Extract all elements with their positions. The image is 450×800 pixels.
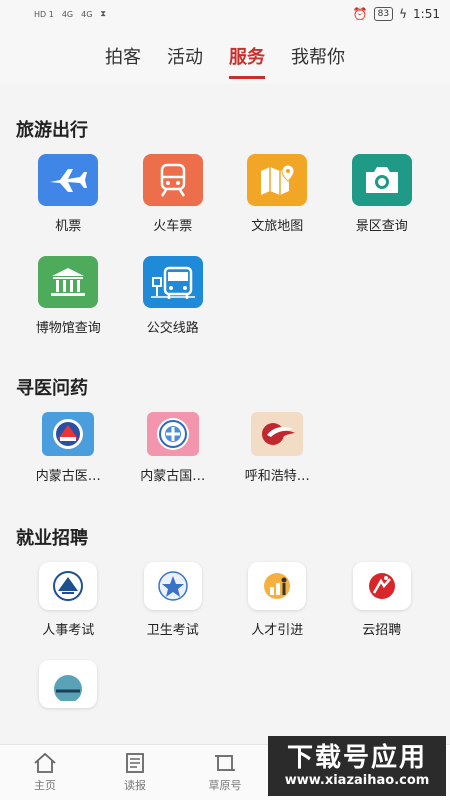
job-item-health-exam[interactable]: 卫生考试 [121, 562, 226, 638]
job-item-partial[interactable] [16, 660, 121, 708]
nav-label: 草原号 [208, 779, 242, 792]
section-title: 寻医问药 [16, 378, 88, 399]
service-label: 文旅地图 [251, 219, 304, 234]
partial-app-icon [39, 660, 98, 708]
frame-icon [215, 755, 235, 771]
hospital-item-1[interactable]: 内蒙古医… [16, 412, 121, 484]
section-title: 就业招聘 [16, 528, 88, 549]
tab-paike[interactable]: 拍客 [105, 37, 141, 75]
travel-grid: 机票 火车票 文旅地图 景区查询 博物馆查询 公交线路 [16, 154, 434, 336]
service-label: 机票 [55, 219, 82, 234]
section-title: 旅游出行 [16, 120, 88, 141]
museum-icon [38, 256, 99, 308]
job-item-cloud-recruit[interactable]: 云招聘 [330, 562, 435, 638]
hourglass-icon: ⧗ [100, 9, 107, 18]
service-label: 内蒙古国… [140, 469, 206, 484]
service-label: 火车票 [153, 219, 193, 234]
signal2-label: 4G [81, 9, 93, 19]
top-tabs: 拍客 活动 服务 我帮你 [0, 28, 450, 84]
service-culture-map[interactable]: 文旅地图 [225, 154, 330, 234]
medical-grid: 内蒙古医… 内蒙古国… 呼和浩特… [16, 412, 434, 484]
nav-label: 读报 [124, 779, 146, 792]
tab-help[interactable]: 我帮你 [291, 37, 345, 75]
service-label: 景区查询 [355, 219, 408, 234]
job-item-hr-exam[interactable]: 人事考试 [16, 562, 121, 638]
service-label: 内蒙古医… [35, 469, 101, 484]
nav-label: 主页 [34, 779, 56, 792]
watermark-title: 下载号应用 [286, 743, 427, 773]
tab-activity[interactable]: 活动 [167, 37, 203, 75]
health-exam-icon [143, 562, 202, 610]
talent-icon [248, 562, 307, 610]
section-medical: 寻医问药 内蒙古医… 内蒙古国… 呼和浩特… [0, 374, 450, 484]
hospital-bird-icon [251, 412, 304, 456]
hospital-item-2[interactable]: 内蒙古国… [121, 412, 226, 484]
sim1-label: HD 1 [34, 9, 54, 19]
service-flight[interactable]: 机票 [16, 154, 121, 234]
battery-indicator: 83 [373, 7, 394, 21]
nav-grassland[interactable]: 草原号 [180, 745, 270, 800]
nav-home[interactable]: 主页 [0, 745, 90, 800]
service-label: 人事考试 [42, 623, 95, 638]
service-label: 公交线路 [146, 321, 199, 336]
tab-service[interactable]: 服务 [229, 37, 265, 79]
hospital-emblem-icon [146, 412, 199, 456]
service-label: 卫生考试 [146, 623, 199, 638]
airplane-icon [38, 154, 99, 206]
hospital-logo-icon [42, 412, 95, 456]
service-scenic[interactable]: 景区查询 [330, 154, 435, 234]
status-right: ⏰ 83 ϟ 1:51 [353, 7, 440, 21]
exam-logo-icon [39, 562, 98, 610]
watermark-url: www.xiazaihao.com [284, 773, 430, 788]
nav-newspaper[interactable]: 读报 [90, 745, 180, 800]
service-content: 旅游出行 机票 火车票 文旅地图 景区查询 博物馆查询 公交线路 寻医问药 内蒙… [0, 92, 450, 744]
section-travel: 旅游出行 机票 火车票 文旅地图 景区查询 博物馆查询 公交线路 [0, 116, 450, 336]
status-left: HD 1 4G 4G ⧗ [34, 9, 106, 19]
service-label: 呼和浩特… [244, 469, 310, 484]
clock: 1:51 [413, 7, 440, 21]
camera-icon [351, 154, 412, 206]
status-bar: HD 1 4G 4G ⧗ ⏰ 83 ϟ 1:51 [0, 0, 450, 28]
bus-icon [142, 256, 203, 308]
hospital-item-3[interactable]: 呼和浩特… [225, 412, 330, 484]
service-label: 博物馆查询 [35, 321, 101, 336]
signal1-label: 4G [61, 9, 74, 19]
newspaper-icon [126, 753, 144, 773]
alarm-icon: ⏰ [352, 7, 368, 21]
map-icon [247, 154, 308, 206]
service-train[interactable]: 火车票 [121, 154, 226, 234]
service-label: 云招聘 [362, 623, 402, 638]
cloud-recruit-icon [352, 562, 411, 610]
service-bus[interactable]: 公交线路 [121, 256, 226, 336]
service-museum[interactable]: 博物馆查询 [16, 256, 121, 336]
section-jobs: 就业招聘 人事考试 卫生考试 人才引进 云招聘 [0, 524, 450, 708]
jobs-grid: 人事考试 卫生考试 人才引进 云招聘 [16, 562, 434, 708]
service-label: 人才引进 [251, 623, 304, 638]
charging-icon: ϟ [399, 7, 408, 21]
job-item-talent[interactable]: 人才引进 [225, 562, 330, 638]
home-icon [34, 752, 56, 773]
train-icon [142, 154, 203, 206]
watermark: 下载号应用 www.xiazaihao.com [268, 736, 446, 796]
